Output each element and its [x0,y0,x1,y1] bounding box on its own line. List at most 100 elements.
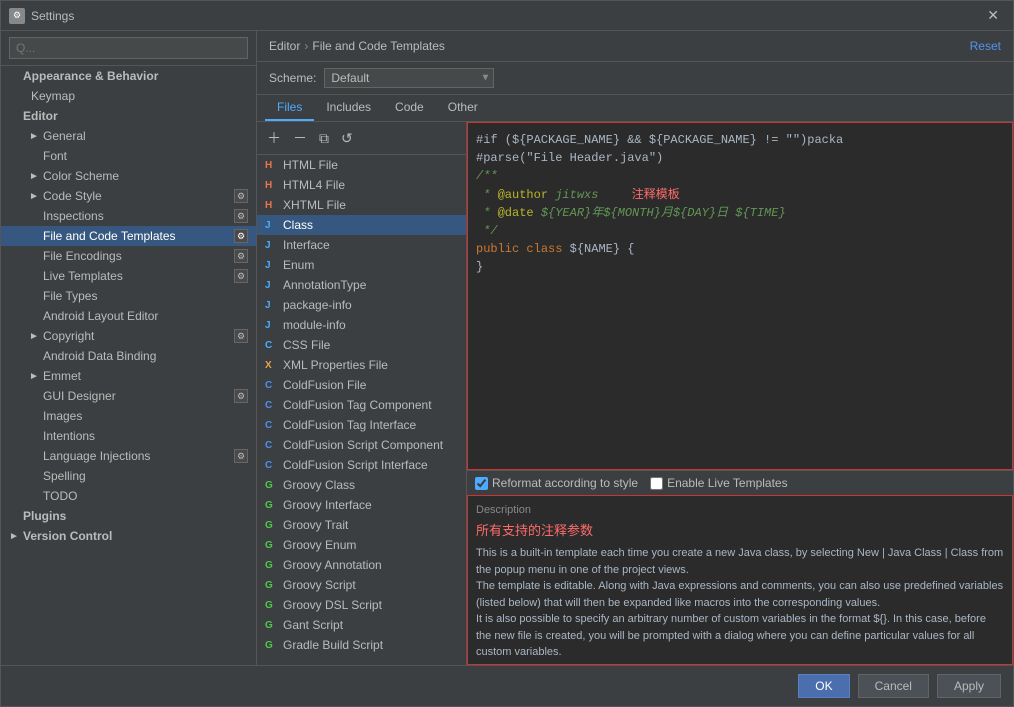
file-item-xml-prop[interactable]: XXML Properties File [257,355,466,375]
sidebar-item-android-layout[interactable]: Android Layout Editor [1,306,256,326]
tab-other[interactable]: Other [436,95,490,121]
breadcrumb-editor: Editor [269,39,300,53]
add-button[interactable]: ＋ [263,126,285,150]
cancel-button[interactable]: Cancel [858,674,929,698]
file-item-groovy-dsl[interactable]: GGroovy DSL Script [257,595,466,615]
html-file-icon: H [265,200,279,211]
file-item-label: ColdFusion Tag Interface [283,418,416,432]
copy-button[interactable]: ⧉ [315,126,333,150]
sidebar-item-spelling[interactable]: Spelling [1,466,256,486]
live-templates-checkbox-wrap[interactable]: Enable Live Templates [650,476,788,490]
reset-template-button[interactable]: ↺ [337,126,357,150]
file-item-xhtml[interactable]: HXHTML File [257,195,466,215]
sidebar-item-label: Code Style [43,189,102,203]
file-item-label: package-info [283,298,352,312]
file-item-groovy-script[interactable]: GGroovy Script [257,575,466,595]
file-item-module-info[interactable]: Jmodule-info [257,315,466,335]
file-item-enum[interactable]: JEnum [257,255,466,275]
remove-button[interactable]: － [289,126,311,150]
settings-badge: ⚙ [234,189,248,203]
file-item-groovy-enum[interactable]: GGroovy Enum [257,535,466,555]
file-item-groovy-trait[interactable]: GGroovy Trait [257,515,466,535]
sidebar-item-gui-designer[interactable]: GUI Designer⚙ [1,386,256,406]
tab-files[interactable]: Files [265,95,314,121]
sidebar-item-color-scheme[interactable]: ► Color Scheme [1,166,256,186]
file-item-html4[interactable]: HHTML4 File [257,175,466,195]
file-item-groovy-class[interactable]: GGroovy Class [257,475,466,495]
tree-arrow-icon: ► [29,191,39,202]
description-paragraph: Using the #parse directive, you can incl… [476,661,1004,666]
sidebar-item-intentions[interactable]: Intentions [1,426,256,446]
sidebar-item-label: Images [43,409,82,423]
file-item-html[interactable]: HHTML File [257,155,466,175]
file-item-label: Gant Script [283,618,343,632]
tab-includes[interactable]: Includes [314,95,383,121]
code-editor[interactable]: #if (${PACKAGE_NAME} && ${PACKAGE_NAME} … [467,122,1013,470]
reset-button[interactable]: Reset [970,39,1001,53]
sidebar-item-editor[interactable]: Editor [1,106,256,126]
css-file-icon: C [265,340,279,351]
sidebar-item-font[interactable]: Font [1,146,256,166]
description-cn-title: 所有支持的注释参数 [476,520,1004,539]
sidebar: Appearance & Behavior Keymap Editor►Gene… [1,31,257,665]
groovy-file-icon: G [265,560,279,571]
apply-button[interactable]: Apply [937,674,1001,698]
close-button[interactable]: ✕ [981,5,1005,26]
tree-arrow-icon: ► [29,331,39,342]
sidebar-item-emmet[interactable]: ►Emmet [1,366,256,386]
file-item-cf-tag-comp[interactable]: CColdFusion Tag Component [257,395,466,415]
sidebar-item-appearance[interactable]: Appearance & Behavior [1,66,256,86]
sidebar-item-general[interactable]: ►General [1,126,256,146]
java-file-icon: J [265,220,279,231]
sidebar-item-plugins[interactable]: Plugins [1,506,256,526]
reformat-checkbox[interactable] [475,477,488,490]
scheme-select[interactable]: Default [324,68,494,88]
live-templates-checkbox[interactable] [650,477,663,490]
sidebar-item-code-style[interactable]: ► Code Style ⚙ [1,186,256,206]
file-item-cf-tag-iface[interactable]: CColdFusion Tag Interface [257,415,466,435]
code-line: #if (${PACKAGE_NAME} && ${PACKAGE_NAME} … [476,131,1004,149]
groovy-file-icon: G [265,520,279,531]
file-item-class[interactable]: JClass [257,215,466,235]
bottom-bar: OK Cancel Apply [1,665,1013,706]
sidebar-item-label: General [43,129,86,143]
sidebar-item-copyright[interactable]: ►Copyright⚙ [1,326,256,346]
ok-button[interactable]: OK [798,674,849,698]
sidebar-item-inspections[interactable]: Inspections⚙ [1,206,256,226]
sidebar-item-version-control[interactable]: ►Version Control [1,526,256,546]
file-item-annotation[interactable]: J AnnotationType [257,275,466,295]
groovy-file-icon: G [265,620,279,631]
search-input[interactable] [9,37,248,59]
tree-arrow-icon: ► [29,171,39,182]
sidebar-item-file-types[interactable]: File Types [1,286,256,306]
sidebar-item-label: File and Code Templates [43,229,176,243]
file-item-label: Gradle Build Script [283,638,383,652]
sidebar-item-language-injections[interactable]: Language Injections⚙ [1,446,256,466]
file-item-gant[interactable]: G Gant Script [257,615,466,635]
tab-code[interactable]: Code [383,95,436,121]
sidebar-item-file-encodings[interactable]: File Encodings⚙ [1,246,256,266]
sidebar-item-label: Color Scheme [43,169,119,183]
file-item-cf-script-iface[interactable]: CColdFusion Script Interface [257,455,466,475]
file-item-package-info[interactable]: Jpackage-info [257,295,466,315]
tree-arrow-icon: ► [9,531,19,542]
sidebar-item-file-code-templates[interactable]: File and Code Templates⚙ [1,226,256,246]
file-item-cf-script-comp[interactable]: CColdFusion Script Component [257,435,466,455]
cf-file-icon: C [265,440,279,451]
sidebar-item-images[interactable]: Images [1,406,256,426]
sidebar-item-keymap[interactable]: Keymap [1,86,256,106]
sidebar-item-label: Intentions [43,429,95,443]
reformat-checkbox-wrap[interactable]: Reformat according to style [475,476,638,490]
code-footer: Reformat according to style Enable Live … [467,470,1013,495]
file-item-label: AnnotationType [283,278,366,292]
java-file-icon: J [265,280,279,291]
sidebar-item-android-data[interactable]: Android Data Binding [1,346,256,366]
file-item-cf-file[interactable]: CColdFusion File [257,375,466,395]
file-item-css[interactable]: CCSS File [257,335,466,355]
file-item-groovy-iface[interactable]: GGroovy Interface [257,495,466,515]
sidebar-item-live-templates[interactable]: Live Templates⚙ [1,266,256,286]
file-item-interface[interactable]: JInterface [257,235,466,255]
file-item-gradle-build[interactable]: GGradle Build Script [257,635,466,655]
sidebar-item-todo[interactable]: TODO [1,486,256,506]
file-item-groovy-annotation[interactable]: GGroovy Annotation [257,555,466,575]
